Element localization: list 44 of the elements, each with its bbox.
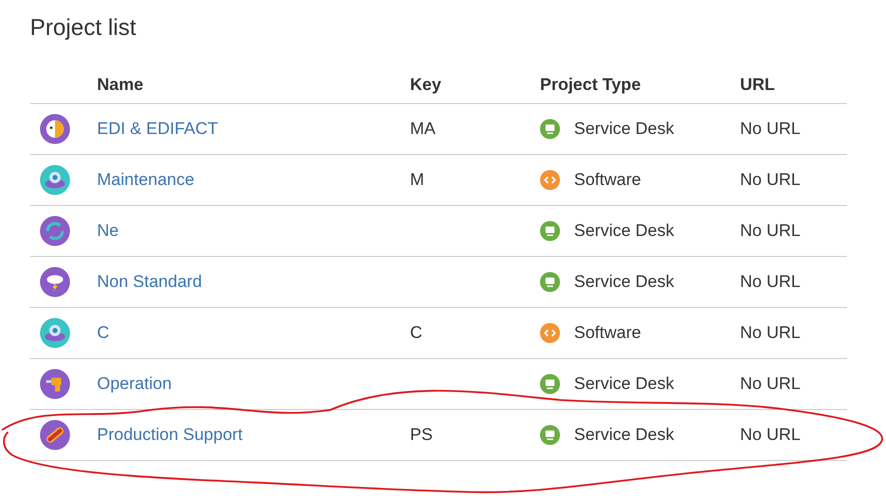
project-type: Service Desk (574, 118, 674, 140)
monitor-icon (540, 272, 560, 292)
project-avatar-icon (40, 114, 70, 144)
project-url: No URL (740, 424, 800, 446)
project-url: No URL (740, 169, 800, 192)
monitor-icon (540, 119, 560, 139)
project-link[interactable]: Production Support (97, 425, 243, 444)
code-icon (540, 323, 560, 343)
column-header: Project Type (540, 74, 642, 96)
project-type: Service Desk (574, 271, 674, 294)
project-link[interactable]: Maintenance (97, 170, 194, 190)
project-avatar-icon (40, 267, 70, 297)
project-link[interactable]: C (97, 323, 110, 342)
monitor-icon (540, 221, 560, 241)
project-avatar-icon (40, 369, 70, 399)
project-url: No URL (740, 373, 800, 396)
column-header: URL (740, 74, 775, 96)
project-url: No URL (740, 220, 800, 242)
project-key: PS (410, 425, 433, 444)
column-header: Name (97, 74, 144, 96)
project-avatar-icon (40, 420, 70, 450)
project-avatar-icon (40, 216, 70, 246)
project-key: MA (410, 119, 436, 138)
project-type: Service Desk (574, 424, 674, 446)
project-link[interactable]: Ne (97, 221, 119, 240)
project-avatar-icon (40, 318, 70, 348)
project-type: Software (574, 322, 642, 344)
monitor-icon (540, 425, 560, 445)
column-header: Key (410, 74, 442, 96)
project-type: Service Desk (574, 220, 674, 242)
project-key: M (410, 170, 424, 190)
page-title: Project list (30, 13, 136, 42)
project-url: No URL (740, 322, 800, 344)
project-link[interactable]: EDI & EDIFACT (97, 119, 218, 138)
project-key: C (410, 323, 422, 342)
project-type: Service Desk (574, 373, 674, 396)
project-type: Software (574, 169, 642, 192)
code-icon (540, 170, 560, 190)
project-url: No URL (740, 118, 800, 140)
project-url: No URL (740, 271, 800, 294)
project-link[interactable]: Operation (97, 374, 172, 394)
monitor-icon (540, 374, 560, 394)
project-avatar-icon (40, 165, 70, 195)
project-link[interactable]: Non Standard (97, 272, 202, 292)
